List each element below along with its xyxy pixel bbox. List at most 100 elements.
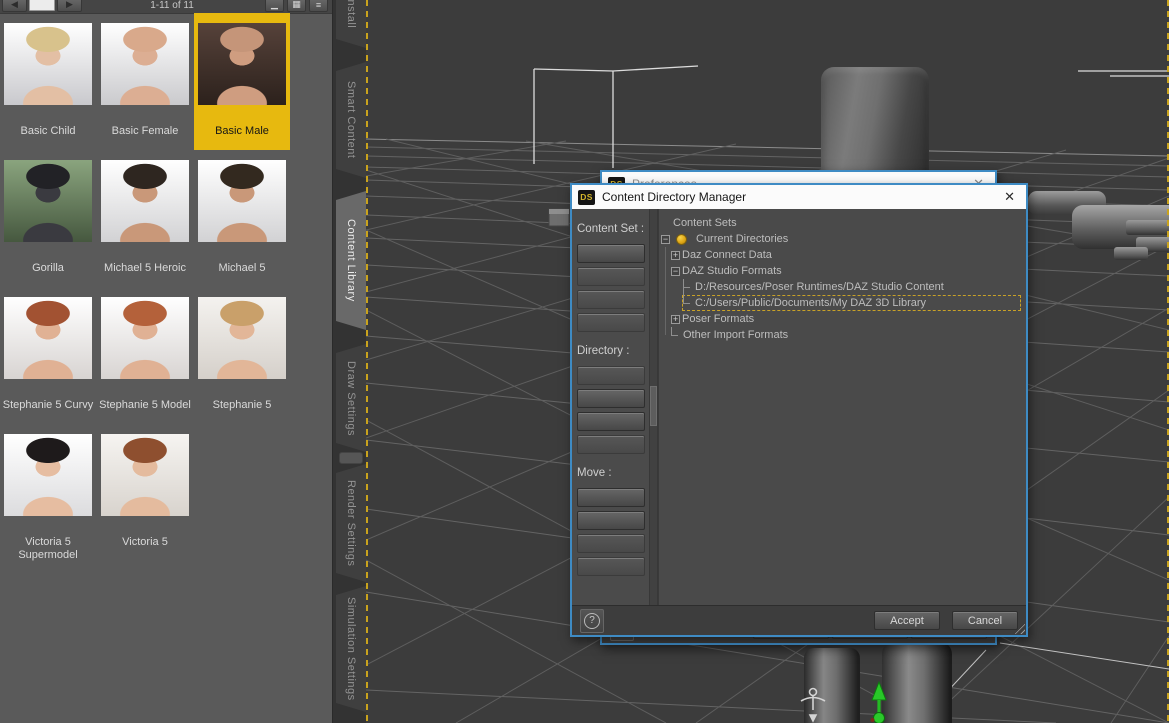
content-item-label: Stephanie 5 Curvy (2, 399, 94, 411)
content-item-thumbnail[interactable] (4, 434, 92, 516)
close-icon[interactable]: ✕ (999, 189, 1020, 205)
pane-tab-render-settings[interactable]: Render Settings (336, 464, 366, 582)
content-item-victoria-5-supermodel[interactable]: Victoria 5 Supermodel (0, 424, 96, 574)
panel-menu-icon[interactable]: ≡ (309, 0, 328, 12)
button-edit[interactable] (576, 389, 645, 408)
content-item-stephanie-5-model[interactable]: Stephanie 5 Model (97, 287, 193, 424)
tree-expander-icon[interactable]: − (661, 234, 670, 244)
content-item-label: Michael 5 Heroic (104, 262, 186, 274)
content-item-thumbnail[interactable] (101, 297, 189, 379)
content-item-thumbnail[interactable] (101, 23, 189, 105)
cdm-title: Content Directory Manager (602, 190, 747, 204)
button-to-top[interactable] (576, 488, 645, 507)
folder-dot-icon (676, 233, 687, 245)
translate-gizmo-green-arrow[interactable] (864, 668, 894, 723)
pane-tab-label: Install (345, 0, 357, 29)
button-remove-all[interactable] (576, 435, 645, 454)
help-button[interactable]: ? (580, 608, 604, 633)
library-pager-bar: ◀ ▶ 1-11 of 11 ▁ ▦ ≡ (0, 0, 332, 14)
content-item-thumbnail[interactable] (198, 23, 286, 105)
content-item-label: Basic Child (20, 125, 76, 137)
content-item-gorilla[interactable]: Gorilla (0, 150, 96, 287)
pane-tab-draw-settings[interactable]: Draw Settings (336, 344, 366, 452)
button-to-bottom[interactable] (576, 557, 645, 576)
pane-tab-simulation-settings[interactable]: Simulation Settings (336, 586, 366, 712)
content-item-label: Stephanie 5 (212, 399, 272, 411)
button-copy[interactable] (576, 267, 645, 286)
daz-studio-window: ◀ ▶ 1-11 of 11 ▁ ▦ ≡ Basic Child Basic F… (0, 0, 1169, 723)
content-item-thumbnail[interactable] (198, 297, 286, 379)
small-slab-3[interactable] (1114, 247, 1148, 260)
content-item-basic-female[interactable]: Basic Female (97, 13, 193, 150)
prev-page-button[interactable]: ◀ (2, 0, 27, 12)
cdm-body: Content Set : Directory : Move : Content… (572, 209, 1026, 605)
content-directory-manager-dialog: DS Content Directory Manager ✕ Content S… (570, 183, 1028, 637)
content-item-thumbnail[interactable] (4, 160, 92, 242)
content-item-basic-child[interactable]: Basic Child (0, 13, 96, 150)
content-thumbnail-grid: Basic Child Basic Female Basic Male Gori… (0, 13, 300, 574)
content-item-label: Basic Male (215, 125, 269, 137)
content-item-thumbnail[interactable] (101, 160, 189, 242)
cdm-titlebar[interactable]: DS Content Directory Manager ✕ (572, 185, 1026, 209)
button-rename[interactable] (576, 313, 645, 332)
button-up-one[interactable] (576, 511, 645, 530)
content-item-thumbnail[interactable] (198, 160, 286, 242)
content-set-buttons (576, 244, 645, 336)
content-item-label: Victoria 5 Supermodel (18, 536, 78, 561)
pane-tab-label: Content Library (345, 219, 357, 302)
tree-item-label: Daz Connect Data (682, 249, 772, 261)
tree-item-label: Content Sets (673, 217, 737, 229)
pane-splitter-handle[interactable] (339, 452, 363, 464)
button-remove[interactable] (576, 412, 645, 431)
tree-expander-icon[interactable]: + (671, 314, 680, 324)
pane-tab-content-library[interactable]: Content Library (336, 191, 366, 330)
content-item-stephanie-5[interactable]: Stephanie 5 (194, 287, 290, 424)
tree-item-daz-connect-data[interactable]: + Daz Connect Data (659, 247, 1020, 263)
content-library-panel: ◀ ▶ 1-11 of 11 ▁ ▦ ≡ Basic Child Basic F… (0, 0, 332, 723)
content-item-thumbnail[interactable] (101, 434, 189, 516)
content-item-victoria-5[interactable]: Victoria 5 (97, 424, 193, 574)
content-item-label: Victoria 5 (122, 536, 168, 548)
tree-connector (683, 279, 693, 295)
content-item-label: Gorilla (32, 262, 64, 274)
page-number-field[interactable] (29, 0, 55, 11)
action-column-scrollbar[interactable] (649, 209, 658, 605)
content-item-michael-5-heroic[interactable]: Michael 5 Heroic (97, 150, 193, 287)
item-range-label: 1-11 of 11 (150, 0, 194, 11)
tree-item-daz-studio-formats[interactable]: − DAZ Studio Formats (659, 263, 1020, 279)
pane-tab-smart-content[interactable]: Smart Content (336, 62, 366, 178)
cylinder-primitive[interactable] (821, 67, 929, 186)
button-remove[interactable] (576, 290, 645, 309)
accept-button[interactable]: Accept (874, 611, 940, 630)
pane-tab-install[interactable]: Install (336, 0, 366, 48)
tree-item-d-resources-poser-runtimes-daz-studio-content[interactable]: D:/Resources/Poser Runtimes/DAZ Studio C… (659, 279, 1020, 295)
content-item-basic-male[interactable]: Basic Male (194, 13, 290, 150)
small-slab-1[interactable] (1126, 220, 1169, 235)
content-item-michael-5[interactable]: Michael 5 (194, 150, 290, 287)
button-down-one[interactable] (576, 534, 645, 553)
tree-item-poser-formats[interactable]: + Poser Formats (659, 311, 1020, 327)
button-new[interactable] (576, 244, 645, 263)
content-item-label: Basic Female (111, 125, 179, 137)
pane-highlight-border-left (366, 0, 368, 723)
cancel-button[interactable]: Cancel (952, 611, 1018, 630)
tree-guide-line (665, 247, 666, 335)
tree-item-label: Other Import Formats (683, 329, 789, 341)
content-item-thumbnail[interactable] (4, 297, 92, 379)
figure-icon (800, 687, 826, 723)
tree-item-current-directories[interactable]: − Current Directories (659, 231, 1020, 247)
tree-item-label: DAZ Studio Formats (682, 265, 782, 277)
tree-item-c-users-public-documents-my-daz-3d-library[interactable]: C:/Users/Public/Documents/My DAZ 3D Libr… (659, 295, 1021, 311)
minimize-thumbnails-button[interactable]: ▁ (265, 0, 284, 12)
tree-item-content-sets[interactable]: Content Sets (659, 215, 1020, 231)
scrollbar-handle[interactable] (650, 386, 657, 426)
daz-studio-app-icon: DS (578, 189, 595, 205)
content-item-thumbnail[interactable] (4, 23, 92, 105)
button-add[interactable] (576, 366, 645, 385)
grid-view-icon[interactable]: ▦ (287, 0, 306, 12)
tree-item-other-import-formats[interactable]: Other Import Formats (659, 327, 1020, 343)
content-item-stephanie-5-curvy[interactable]: Stephanie 5 Curvy (0, 287, 96, 424)
tree-expander-icon[interactable]: + (671, 250, 680, 260)
next-page-button[interactable]: ▶ (57, 0, 82, 12)
tree-expander-icon[interactable]: − (671, 266, 680, 276)
